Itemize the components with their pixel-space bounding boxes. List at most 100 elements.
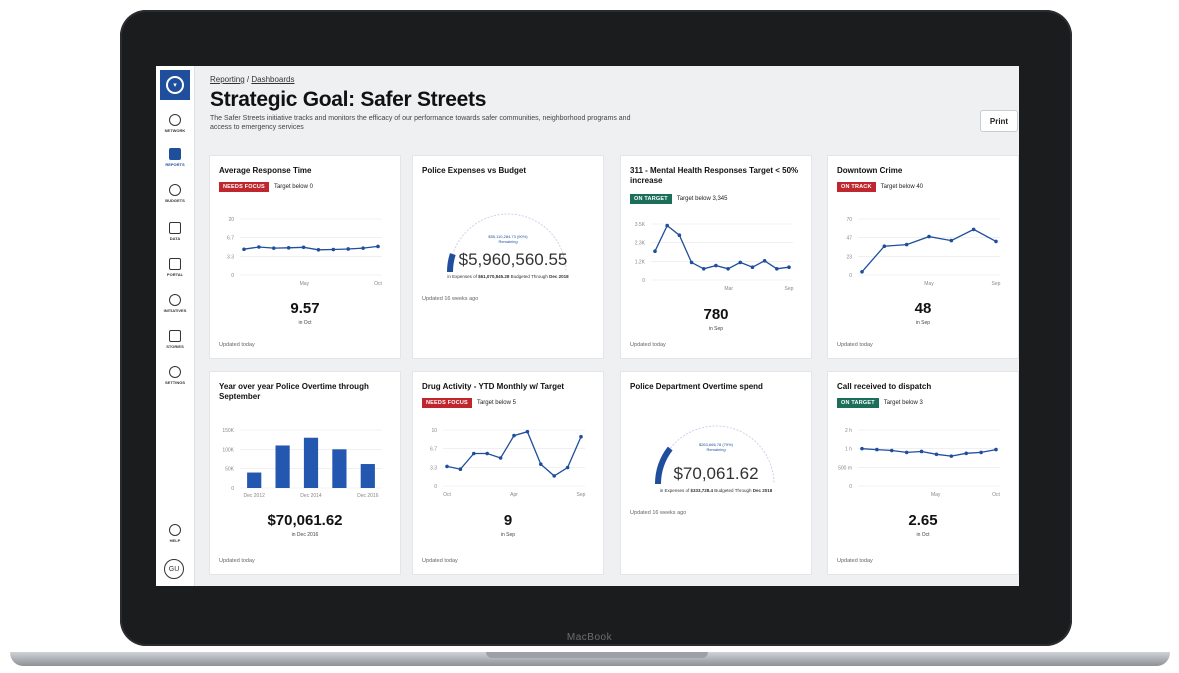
y-tick-label: 2 h (845, 428, 852, 434)
status-badge: NEEDS FOCUS (219, 182, 269, 192)
data-point (750, 265, 755, 269)
x-tick-label: Dec 2016 (357, 493, 379, 499)
x-tick-label: Dec 2014 (300, 493, 322, 499)
target-label: Target below 5 (476, 400, 516, 406)
sidebar-item-portal[interactable]: PORTAL (156, 258, 194, 277)
y-tick-label: 3.3 (430, 465, 437, 471)
data-point (904, 450, 909, 455)
updated-label: Updated today (630, 342, 666, 348)
breadcrumb-current-link[interactable]: Dashboards (251, 75, 294, 84)
data-point (485, 451, 489, 456)
card-downtown-crime[interactable]: Downtown Crime ON TRACK Target below 40 … (828, 156, 1018, 358)
card-title: Average Response Time (219, 166, 312, 175)
logo-icon: ▾ (166, 76, 184, 94)
y-tick-label: 6.7 (430, 447, 437, 453)
status-badge: ON TRACK (837, 182, 876, 192)
data-point (860, 446, 864, 451)
card-drug-activity[interactable]: Drug Activity - YTD Monthly w/ Target NE… (413, 372, 603, 574)
status-row: ON TRACK Target below 40 (837, 182, 923, 192)
target-label: Target below 0 (273, 184, 313, 190)
gauge-caption: in Expenses of $61,070,845.28 Budgeted T… (413, 274, 603, 279)
card-mental-health-responses[interactable]: 311 - Mental Health Responses Target < 5… (621, 156, 811, 358)
avatar[interactable]: GU (164, 559, 184, 579)
status-badge: ON TARGET (837, 398, 879, 408)
card-average-response-time[interactable]: Average Response Time NEEDS FOCUS Target… (210, 156, 400, 358)
line-chart: 10 6.7 3.3 0 Oct Apr Sep (430, 428, 586, 498)
dollar-icon (169, 184, 181, 196)
portal-icon (169, 258, 181, 270)
kpi-value: $70,061.62 (267, 512, 343, 529)
card-overtime-yoy[interactable]: Year over year Police Overtime through S… (210, 372, 400, 574)
x-tick-label: May (931, 492, 941, 498)
data-point (949, 454, 954, 458)
y-tick-label: 100K (222, 447, 234, 453)
sidebar-item-label: SETTINGS (164, 380, 185, 385)
sidebar: ▾ NETWORK REPORTS BUDGETS DATA PORTAL IN… (156, 66, 195, 586)
sidebar-item-reports[interactable]: REPORTS (156, 148, 194, 167)
sidebar-item-initiatives[interactable]: INITIATIVES (156, 294, 194, 313)
data-point (994, 239, 998, 244)
data-point (525, 429, 530, 434)
y-tick-label: 0 (849, 273, 852, 279)
sidebar-item-network[interactable]: NETWORK (156, 114, 194, 133)
data-point (376, 244, 380, 249)
y-tick-label: 20 (228, 217, 234, 223)
line-chart: 70 47 23 0 May Sep (846, 217, 1000, 287)
status-row: NEEDS FOCUS Target below 5 (422, 398, 516, 408)
series-line (861, 448, 997, 457)
caption-budget: $61,070,845.28 (478, 274, 510, 279)
caption-mid: Budgeted Through (713, 488, 753, 493)
print-button[interactable]: Print (980, 110, 1018, 132)
y-tick-label: 150K (222, 428, 234, 434)
x-tick-label: May (924, 281, 934, 287)
x-tick-label: Sep (785, 286, 794, 292)
kpi-value: 9 (503, 512, 513, 529)
gauge-remaining-label: Remaining (498, 239, 518, 244)
reports-icon (169, 148, 181, 160)
screen: ▾ NETWORK REPORTS BUDGETS DATA PORTAL IN… (156, 66, 1019, 586)
data-point (498, 456, 503, 460)
sidebar-item-help[interactable]: HELP (156, 524, 194, 543)
bar (360, 464, 375, 488)
data-point (927, 234, 931, 239)
sidebar-item-label: INITIATIVES (163, 308, 187, 313)
data-point (346, 247, 351, 251)
app-logo[interactable]: ▾ (160, 70, 190, 100)
updated-label: Updated today (219, 342, 255, 348)
sidebar-item-settings[interactable]: SETTINGS (156, 366, 194, 385)
data-point (539, 462, 543, 466)
sidebar-item-data[interactable]: DATA (156, 222, 194, 241)
y-tick-label: 0 (434, 484, 437, 490)
status-row: NEEDS FOCUS Target below 0 (219, 182, 313, 192)
bar (275, 445, 290, 488)
data-point (860, 270, 864, 274)
caption-date: Dec 2018 (549, 274, 569, 279)
target-label: Target below 3 (883, 400, 923, 406)
device-brand: MacBook (566, 632, 613, 643)
y-tick-label: 500 m (838, 465, 852, 471)
data-point (904, 242, 909, 247)
data-point (889, 448, 894, 453)
card-police-expenses[interactable]: Police Expenses vs Budget $55,110,284.73… (413, 156, 603, 358)
card-title: Police Department Overtime spend (630, 382, 763, 391)
card-overtime-spend[interactable]: Police Department Overtime spend $263,66… (621, 372, 811, 574)
y-tick-label: 0 (849, 484, 852, 490)
y-tick-label: 0 (231, 486, 234, 492)
y-tick-label: 0 (231, 273, 234, 279)
sidebar-item-stories[interactable]: STORIES (156, 330, 194, 349)
y-tick-label: 0 (642, 278, 645, 284)
data-point (565, 465, 570, 470)
sidebar-item-budgets[interactable]: BUDGETS (156, 184, 194, 203)
data-point (579, 434, 583, 439)
data-point (979, 450, 983, 455)
data-point (787, 265, 791, 269)
card-call-dispatch[interactable]: Call received to dispatch ON TARGET Targ… (828, 372, 1018, 574)
status-badge: NEEDS FOCUS (422, 398, 472, 408)
data-point (964, 451, 969, 456)
line-chart: 20 6.7 3.3 0 May Oct (227, 217, 382, 287)
y-tick-label: 50K (225, 467, 235, 473)
globe-icon (169, 114, 181, 126)
data-point (445, 464, 449, 469)
breadcrumb-root-link[interactable]: Reporting (210, 75, 245, 84)
updated-label: Updated 16 weeks ago (422, 296, 479, 302)
